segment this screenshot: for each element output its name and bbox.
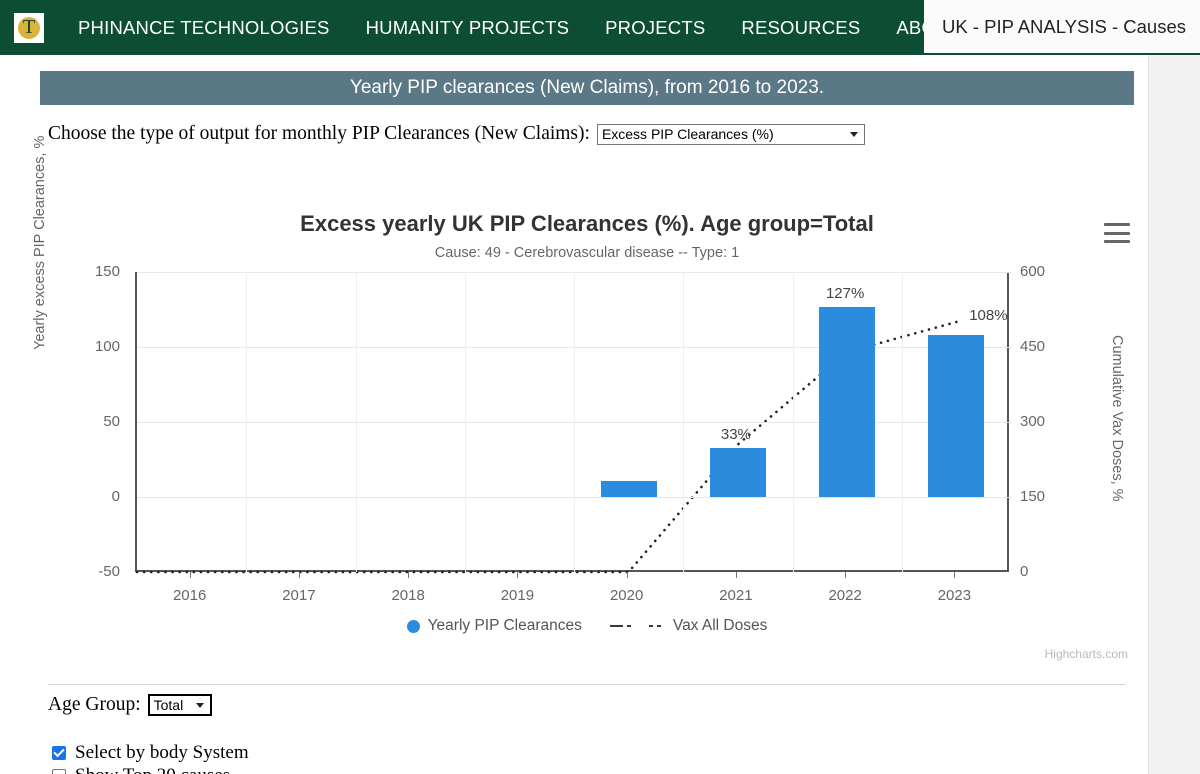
x-tick-mark	[735, 572, 737, 578]
x-tick-2019: 2019	[500, 587, 535, 604]
x-tick-2023: 2023	[937, 587, 972, 604]
data-label-2022: 127%	[825, 284, 865, 302]
x-tick-mark	[954, 572, 956, 578]
x-tick-mark	[189, 572, 191, 578]
nav-items-group: T PHINANCE TECHNOLOGIES HUMANITY PROJECT…	[0, 0, 1053, 55]
output-type-chooser: Choose the type of output for monthly PI…	[48, 123, 865, 145]
x-tick-2017: 2017	[282, 587, 316, 604]
output-type-selected-value: Excess PIP Clearances (%)	[601, 126, 774, 142]
y-tick-right-600: 600	[1020, 263, 1046, 280]
nav-item-humanity-projects[interactable]: HUMANITY PROJECTS	[348, 17, 588, 39]
x-tick-2020: 2020	[609, 587, 644, 604]
select-by-body-system-label: Select by body System	[75, 742, 249, 763]
y-tick-left-100: 100	[94, 338, 120, 355]
gridline-vertical	[246, 272, 248, 572]
y-axis-right-title: Cumulative Vax Doses, %	[1109, 335, 1125, 502]
show-top-20-causes-row: Show Top 20 causes	[52, 765, 230, 774]
gridline-vertical	[683, 272, 685, 572]
bar-2021[interactable]	[709, 447, 766, 497]
select-by-body-system-checkbox[interactable]	[52, 746, 66, 760]
x-tick-mark	[626, 572, 628, 578]
pip-clearances-chart: Excess yearly UK PIP Clearances (%). Age…	[32, 136, 1134, 671]
chart-context-menu-icon[interactable]	[1104, 223, 1130, 243]
bar-2023[interactable]	[928, 335, 985, 497]
legend-label-yearly-pip-clearances: Yearly PIP Clearances	[427, 617, 582, 634]
show-top-20-causes-label: Show Top 20 causes	[75, 765, 230, 774]
x-tick-2018: 2018	[391, 587, 425, 604]
y-axis-left-title: Yearly excess PIP Clearances, %	[32, 135, 48, 350]
chevron-down-icon	[849, 131, 858, 137]
show-top-20-causes-checkbox[interactable]	[52, 769, 66, 774]
chart-title: Excess yearly UK PIP Clearances (%). Age…	[300, 211, 874, 236]
gridline-vertical	[355, 272, 357, 572]
legend-item-yearly-pip-clearances[interactable]: Yearly PIP Clearances	[406, 617, 582, 635]
page-scrollbar-area[interactable]	[1148, 55, 1200, 774]
y-tick-right-150: 150	[1020, 488, 1046, 505]
y-tick-left-0: 0	[111, 488, 120, 505]
section-divider	[48, 684, 1126, 685]
output-type-label: Choose the type of output for monthly PI…	[48, 123, 590, 144]
x-tick-mark	[298, 572, 300, 578]
x-tick-mark	[408, 572, 410, 578]
age-group-selected-value: Total	[153, 697, 184, 713]
data-label-2023: 108%	[969, 307, 1008, 324]
chevron-down-icon	[195, 702, 204, 708]
bar-2022[interactable]	[819, 306, 876, 497]
chart-plot-area	[135, 272, 1011, 574]
y-tick-right-300: 300	[1020, 413, 1046, 430]
y-tick-left-150: 150	[94, 263, 120, 280]
age-group-control: Age Group: Total	[48, 694, 212, 716]
x-tick-mark	[845, 572, 847, 578]
y-tick-right-450: 450	[1020, 338, 1046, 355]
x-tick-2016: 2016	[172, 587, 207, 604]
nav-item-resources[interactable]: RESOURCES	[723, 17, 878, 39]
top-navigation-bar: T PHINANCE TECHNOLOGIES HUMANITY PROJECT…	[0, 0, 1200, 55]
legend-marker-dashed-dotted-icon	[609, 625, 665, 627]
highcharts-credit[interactable]: Highcharts.com	[1045, 647, 1128, 661]
active-tab-uk-pip-analysis-causes[interactable]: UK - PIP ANALYSIS - Causes	[923, 0, 1200, 55]
gridline-vertical	[464, 272, 466, 572]
data-label-2021: 33%	[720, 425, 751, 443]
nav-item-projects[interactable]: PROJECTS	[587, 17, 723, 39]
x-tick-2022: 2022	[828, 587, 862, 604]
y-tick-right-0: 0	[1020, 563, 1029, 580]
x-tick-mark	[517, 572, 519, 578]
gridline-vertical	[901, 272, 903, 572]
logo-glyph: T	[22, 15, 36, 38]
chart-subtitle: Cause: 49 - Cerebrovascular disease -- T…	[434, 245, 740, 261]
phinance-logo[interactable]: T	[14, 12, 44, 43]
age-group-label: Age Group:	[48, 694, 141, 715]
age-group-select[interactable]: Total	[147, 694, 212, 716]
page-content: Yearly PIP clearances (New Claims), from…	[0, 55, 1148, 774]
legend-item-vax-all-doses[interactable]: Vax All Doses	[609, 617, 768, 635]
gridline-vertical	[574, 272, 575, 572]
page-banner: Yearly PIP clearances (New Claims), from…	[40, 71, 1134, 105]
x-tick-2021: 2021	[719, 587, 753, 604]
nav-item-phinance-technologies[interactable]: PHINANCE TECHNOLOGIES	[60, 17, 348, 39]
gridline-vertical	[792, 272, 794, 572]
logo-circle-icon: T	[18, 15, 40, 39]
select-by-body-system-row: Select by body System	[52, 742, 249, 764]
legend-label-vax-all-doses: Vax All Doses	[672, 617, 768, 634]
y-tick-left--50: -50	[98, 563, 120, 580]
legend-marker-circle-icon	[406, 619, 420, 633]
y-tick-left-50: 50	[103, 413, 120, 430]
bar-2020[interactable]	[600, 480, 657, 497]
output-type-select[interactable]: Excess PIP Clearances (%)	[596, 123, 865, 145]
chart-legend: Yearly PIP Clearances Vax All Doses	[40, 617, 1134, 635]
